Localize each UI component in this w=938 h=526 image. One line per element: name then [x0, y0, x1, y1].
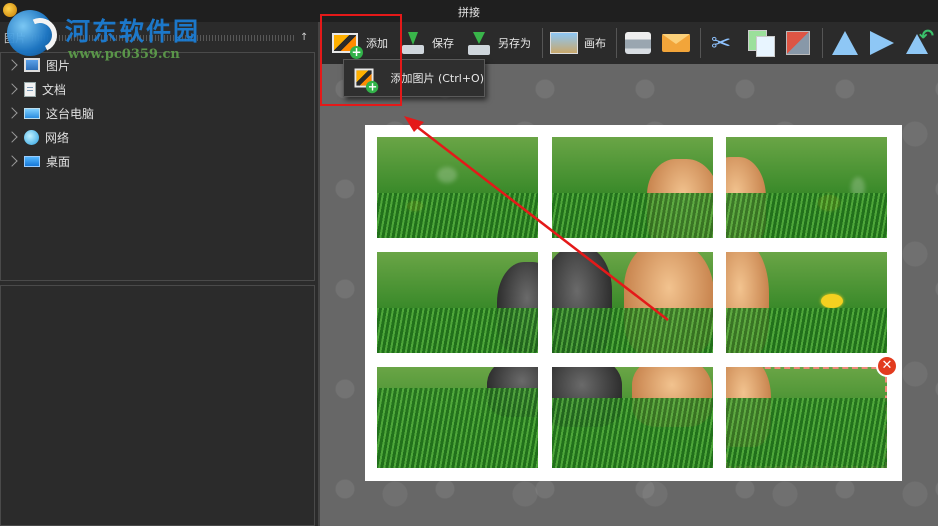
collage-tile-4[interactable]	[377, 252, 538, 353]
tile-grass	[726, 398, 887, 468]
crop-button[interactable]	[786, 26, 810, 60]
rotate-icon	[870, 31, 894, 55]
folder-tree: 图片 文档 这台电脑 网络 桌面	[0, 52, 315, 281]
expand-arrow-icon[interactable]	[6, 83, 18, 95]
expand-arrow-icon[interactable]	[6, 131, 18, 143]
crop-icon	[786, 31, 810, 55]
tree-item-label: 桌面	[46, 154, 71, 169]
tree-item-network[interactable]: 网络	[1, 127, 301, 147]
menu-item-add-image[interactable]: 添加图片 (Ctrl+O)	[390, 70, 484, 86]
pin-icon[interactable]: ↑	[300, 32, 310, 44]
tile-flower	[821, 294, 843, 308]
rotate-button[interactable]	[870, 26, 894, 60]
toolbar-separator	[542, 28, 543, 58]
pictures-folder-icon	[24, 58, 40, 72]
tree-item-label: 文档	[42, 82, 67, 97]
save-button-label: 保存	[432, 37, 454, 50]
tree-item-documents[interactable]: 文档	[1, 79, 301, 99]
collage-tile-3[interactable]	[726, 137, 887, 238]
canvas-button-label: 画布	[584, 37, 606, 50]
collage-tile-8[interactable]	[552, 367, 713, 468]
tile-grass	[726, 193, 887, 238]
canvas-icon	[550, 32, 578, 54]
toolbar: 添加 保存 另存为 画布 ✂	[320, 22, 938, 64]
collage-tile-2[interactable]	[552, 137, 713, 238]
preview-pane	[0, 285, 315, 526]
save-button[interactable]: 保存	[402, 26, 454, 60]
tree-item-desktop[interactable]: 桌面	[1, 151, 301, 171]
flip-button[interactable]	[832, 26, 858, 60]
tree-item-label: 图片	[46, 58, 71, 73]
expand-arrow-icon[interactable]	[6, 155, 18, 167]
this-pc-icon	[24, 107, 40, 119]
save-as-button-label: 另存为	[498, 37, 531, 50]
tile-grass	[552, 308, 713, 353]
email-icon	[662, 34, 690, 52]
tile-grass	[377, 388, 538, 468]
tile-grass	[377, 308, 538, 353]
printer-icon	[625, 32, 651, 54]
collage-sheet[interactable]	[365, 125, 902, 481]
print-button[interactable]	[625, 26, 651, 60]
undo-button[interactable]	[906, 26, 934, 60]
toolbar-separator	[616, 28, 617, 58]
app-window: 拼接 图片 ↑ 图片 文档 这台电脑 网络	[0, 0, 938, 526]
collage-tile-9-selected[interactable]	[726, 367, 887, 468]
copy-icon	[748, 30, 775, 57]
desktop-icon	[24, 155, 40, 167]
remove-tile-close-icon[interactable]: ✕	[876, 355, 898, 377]
undo-icon	[906, 26, 934, 56]
documents-icon	[24, 81, 36, 97]
expand-arrow-icon[interactable]	[6, 59, 18, 71]
collage-tile-6[interactable]	[726, 252, 887, 353]
watermark-brand: 河东软件园	[65, 17, 201, 46]
annotation-highlight-box	[320, 14, 402, 106]
collage-tile-1[interactable]	[377, 137, 538, 238]
tile-bokeh	[437, 167, 457, 183]
cut-button[interactable]: ✂	[710, 26, 732, 60]
save-as-button[interactable]: 另存为	[466, 26, 531, 60]
collage-tile-7[interactable]	[377, 367, 538, 468]
tile-grass	[552, 398, 713, 468]
tile-grass	[726, 308, 887, 353]
toolbar-separator	[822, 28, 823, 58]
scissors-icon: ✂	[710, 29, 732, 57]
save-as-icon	[466, 31, 492, 55]
copy-button[interactable]	[748, 26, 775, 60]
expand-arrow-icon[interactable]	[6, 107, 18, 119]
tree-item-this-pc[interactable]: 这台电脑	[1, 103, 301, 123]
tree-item-label: 这台电脑	[46, 106, 95, 121]
tile-grass	[377, 193, 538, 238]
watermark-url: www.pc0359.cn	[68, 47, 180, 62]
tree-item-label: 网络	[45, 130, 70, 145]
collage-tile-5[interactable]	[552, 252, 713, 353]
network-icon	[24, 129, 39, 145]
email-button[interactable]	[662, 26, 690, 60]
flip-icon	[832, 31, 858, 55]
save-icon	[402, 32, 424, 54]
watermark-logo-icon	[7, 10, 53, 56]
tile-grass	[552, 193, 713, 238]
canvas-button[interactable]: 画布	[550, 26, 606, 60]
toolbar-separator	[700, 28, 701, 58]
